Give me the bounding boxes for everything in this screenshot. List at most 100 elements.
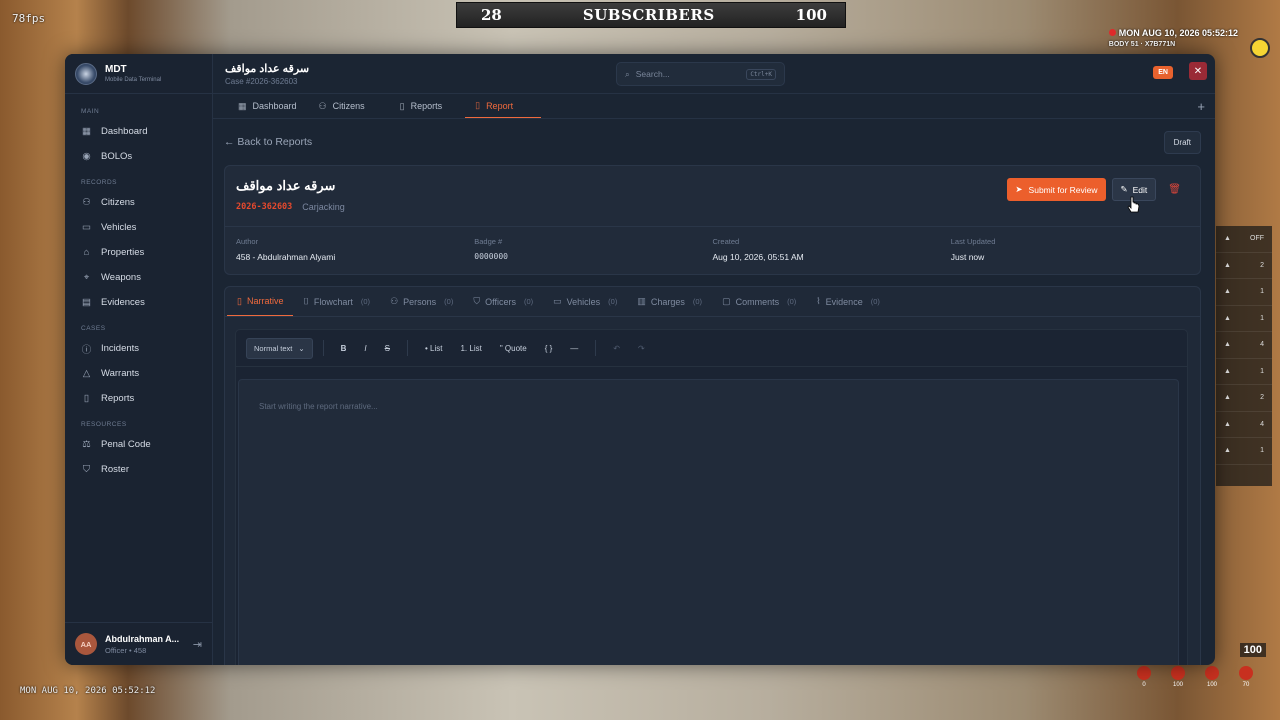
flowchart-icon: ⌷ — [303, 296, 309, 306]
avatar[interactable]: AA — [75, 633, 97, 655]
redo-button[interactable]: ↷ — [631, 340, 652, 357]
field-value: Aug 10, 2026, 05:51 AM — [712, 252, 804, 262]
subtab-persons[interactable]: ⚇ Persons (0) — [380, 287, 463, 316]
grid-icon: ▦ — [82, 126, 91, 137]
document-icon: ▯ — [475, 100, 481, 110]
subtab-count: (0) — [523, 297, 534, 306]
subtab-label: Vehicles — [566, 296, 601, 307]
strikethrough-button[interactable]: S — [378, 340, 397, 357]
quote-button[interactable]: " Quote — [493, 340, 534, 357]
text-format-select[interactable]: Normal text ⌄ — [246, 337, 313, 359]
trash-icon[interactable]: 🗑 — [1162, 184, 1187, 195]
tab-dashboard[interactable]: ▦ Dashboard — [227, 94, 308, 118]
subtab-label: Charges — [650, 296, 685, 307]
subtab-comments[interactable]: ▢ Comments (0) — [712, 287, 806, 316]
archive-icon: ▤ — [82, 297, 91, 308]
hud-side-value: 2 — [1260, 261, 1264, 269]
undo-button[interactable]: ↶ — [606, 340, 627, 357]
weapon-icon: ⌖ — [83, 272, 90, 283]
field-created: Created Aug 10, 2026, 05:51 AM — [713, 237, 951, 262]
language-toggle[interactable]: EN — [1153, 66, 1173, 79]
sidebar-item-label: Evidences — [101, 297, 145, 308]
field-badge: Badge # 0000000 — [474, 237, 712, 262]
subs-left-value: 28 — [481, 6, 502, 24]
stat-icon — [1137, 666, 1151, 680]
sidebar-item-warrants[interactable]: △ Warrants — [65, 361, 212, 386]
hud-side-row: ▲ 1 — [1216, 438, 1272, 465]
search-placeholder: Search... — [635, 69, 670, 79]
logout-icon[interactable]: ⇥ — [193, 638, 202, 651]
report-case-number: 2026-362603 — [236, 202, 293, 212]
app-title: MDT — [105, 64, 127, 75]
submit-for-review-button[interactable]: ➤ Submit for Review — [1007, 178, 1106, 201]
subtab-count: (0) — [444, 297, 454, 306]
field-label: Author — [236, 237, 259, 246]
sidebar-item-label: Warrants — [101, 368, 140, 379]
subtab-narrative[interactable]: ▯ Narrative — [227, 287, 294, 316]
shield-icon: ⛉ — [473, 296, 481, 306]
sidebar-item-label: Incidents — [101, 343, 140, 354]
back-to-reports-link[interactable]: ← Back to Reports — [224, 136, 312, 148]
sidebar-item-dashboard[interactable]: ▦ Dashboard — [65, 119, 212, 144]
sidebar-item-reports[interactable]: ▯ Reports — [65, 386, 212, 411]
hud-side-value: 1 — [1260, 288, 1264, 296]
hud-side-row: ▲ 1 — [1216, 359, 1272, 385]
subs-right-value: 100 — [795, 6, 827, 24]
sidebar-item-vehicles[interactable]: ▭ Vehicles — [65, 215, 212, 240]
vehicle-icon: ▲ — [1224, 420, 1231, 428]
vehicle-icon: ▲ — [1224, 447, 1231, 455]
sidebar-item-properties[interactable]: ⌂ Properties — [65, 240, 212, 265]
car-icon: ▭ — [553, 296, 562, 306]
horizontal-rule-button[interactable]: — — [563, 340, 585, 357]
close-button[interactable]: ✕ — [1189, 62, 1207, 80]
hud-side-value: 1 — [1260, 367, 1264, 375]
subtab-vehicles[interactable]: ▭ Vehicles (0) — [543, 287, 627, 316]
tab-report[interactable]: ▯ Report — [465, 94, 542, 118]
field-value: 0000000 — [474, 252, 508, 261]
numbered-list-button[interactable]: 1. List — [453, 340, 488, 357]
section-resources: RESOURCES — [81, 421, 127, 428]
sidebar-item-penal-code[interactable]: ⚖ Penal Code — [65, 432, 212, 457]
vehicle-icon: ▲ — [1224, 235, 1231, 243]
mouse-cursor-icon — [1127, 196, 1140, 213]
subscriber-counter: 28 SUBSCRIBERS 100 — [456, 2, 846, 28]
bold-button[interactable]: B — [334, 340, 354, 357]
italic-button[interactable]: I — [357, 340, 373, 357]
mdt-window: MDT Mobile Data Terminal MAIN ▦ Dashboard… — [65, 54, 1215, 665]
field-last-updated: Last Updated Just now — [951, 237, 1189, 262]
hud-side-value: OFF — [1250, 235, 1264, 243]
eye-icon: ◉ — [82, 151, 91, 162]
subtab-count: (0) — [692, 297, 703, 306]
close-icon: ✕ — [1193, 65, 1203, 77]
pencil-icon: ✎ — [1120, 184, 1128, 194]
narrative-textarea[interactable]: Start writing the report narrative... — [238, 379, 1179, 665]
police-seal-icon — [75, 62, 97, 85]
field-value: 458 - Abdulrahman Alyami — [236, 252, 336, 262]
code-button[interactable]: { } — [538, 340, 560, 357]
bullet-list-button[interactable]: • List — [418, 340, 449, 357]
sidebar-item-bolos[interactable]: ◉ BOLOs — [65, 144, 212, 169]
document-icon: ▯ — [83, 393, 90, 404]
content-header: ← Back to Reports Draft — [224, 119, 1201, 165]
sidebar-item-incidents[interactable]: ⓘ Incidents — [65, 336, 212, 361]
subtab-charges[interactable]: ▥ Charges (0) — [627, 287, 712, 316]
hud-side-value: 4 — [1260, 341, 1264, 349]
subtab-flowchart[interactable]: ⌷ Flowchart (0) — [293, 287, 380, 316]
editor-toolbar: Normal text ⌄ B I S • List 1. List " Quot… — [236, 330, 1187, 367]
subtab-evidence[interactable]: ⌇ Evidence (0) — [806, 287, 890, 316]
subs-title: SUBSCRIBERS — [582, 6, 715, 24]
sidebar-item-citizens[interactable]: ⚇ Citizens — [65, 190, 212, 215]
add-tab-icon[interactable]: + — [1197, 99, 1205, 114]
sidebar-item-label: Properties — [101, 247, 145, 258]
sidebar-item-roster[interactable]: ⛉ Roster — [65, 457, 212, 482]
hud-side-value: 1 — [1260, 447, 1264, 455]
sidebar-item-evidences[interactable]: ▤ Evidences — [65, 290, 212, 315]
search-input[interactable]: ⌕ Search... Ctrl+K — [616, 62, 785, 86]
tab-reports[interactable]: ▯ Reports — [376, 94, 453, 118]
hud-side-row: ▲ 4 — [1216, 332, 1272, 359]
field-label: Badge # — [474, 237, 503, 246]
sidebar-item-weapons[interactable]: ⌖ Weapons — [65, 265, 212, 290]
hud-stat: 0 — [1132, 666, 1156, 694]
tab-citizens[interactable]: ⚇ Citizens — [308, 94, 376, 118]
subtab-officers[interactable]: ⛉ Officers (0) — [463, 287, 543, 316]
